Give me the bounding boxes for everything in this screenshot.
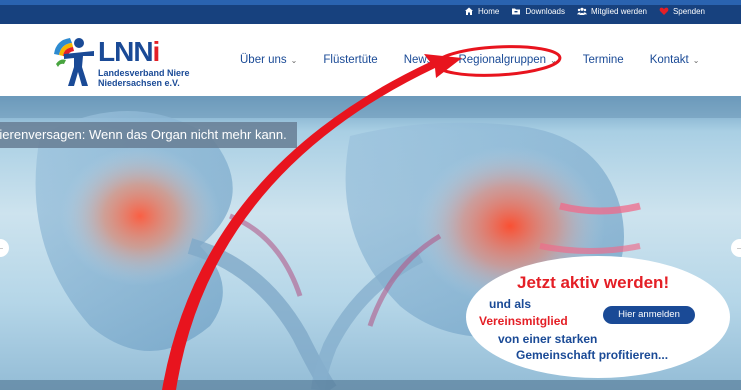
slide-caption: Nierenversagen: Wenn das Organ nicht meh… bbox=[0, 122, 297, 148]
folder-icon bbox=[512, 8, 521, 15]
slide-caption-text: Nierenversagen: Wenn das Organ nicht meh… bbox=[0, 127, 287, 142]
top-link-member[interactable]: Mitglied werden bbox=[576, 6, 647, 16]
logo-wordmark: LNNi bbox=[98, 36, 161, 67]
chevron-down-icon: ⌄ bbox=[290, 55, 298, 65]
nav-item-label: Flüstertüte bbox=[323, 54, 378, 66]
top-link-label: Mitglied werden bbox=[590, 6, 647, 16]
cta-signup-button[interactable]: Hier anmelden bbox=[603, 306, 695, 324]
home-icon bbox=[465, 7, 474, 15]
nav-item-kontakt[interactable]: Kontakt ⌄ bbox=[650, 54, 700, 66]
nav-item-label: News bbox=[403, 54, 433, 66]
logo-word-end: i bbox=[152, 36, 161, 67]
cta-title: Jetzt aktiv werden! bbox=[517, 273, 670, 292]
top-link-label: Home bbox=[478, 6, 500, 16]
chevron-down-icon: ⌄ bbox=[692, 55, 700, 65]
nav-item-termine[interactable]: Termine bbox=[583, 54, 624, 66]
nav-item-regionalgruppen[interactable]: Regionalgruppen ⌄ bbox=[458, 54, 556, 66]
arrow-right-icon: → bbox=[735, 242, 741, 253]
top-bar: Home Downloads Mitglied werden Spenden bbox=[0, 0, 741, 24]
nav-item-label: Kontakt bbox=[649, 54, 689, 66]
top-link-downloads[interactable]: Downloads bbox=[511, 6, 565, 16]
arrow-left-icon: ← bbox=[0, 242, 5, 253]
logo-subtitle-line2: Niedersachsen e.V. bbox=[98, 78, 180, 88]
users-icon bbox=[576, 7, 587, 15]
chevron-down-icon: ⌄ bbox=[550, 55, 557, 65]
nav-item-ueber-uns[interactable]: Über uns ⌄ bbox=[240, 54, 297, 66]
nav-item-fluestertuete[interactable]: Flüstertüte bbox=[323, 54, 377, 66]
logo-subtitle: Landesverband Niere Niedersachsen e.V. bbox=[98, 68, 190, 88]
nav-item-label: Termine bbox=[582, 54, 624, 66]
top-links: Home Downloads Mitglied werden Spenden bbox=[464, 6, 705, 16]
cta-line-3: von einer starken bbox=[498, 332, 598, 346]
logo-subtitle-line1: Landesverband Niere bbox=[98, 68, 190, 78]
logo-figure-icon bbox=[54, 38, 94, 86]
nav-item-label: Über uns bbox=[240, 54, 287, 66]
site-header: LNNi Landesverband Niere Niedersachsen e… bbox=[0, 24, 741, 96]
site-logo[interactable]: LNNi Landesverband Niere Niedersachsen e… bbox=[50, 34, 210, 92]
main-nav: Über uns ⌄ Flüstertüte News Regionalgrup… bbox=[240, 54, 699, 66]
logo-word-main: LNN bbox=[98, 36, 154, 67]
top-link-label: Downloads bbox=[525, 6, 565, 16]
top-link-home[interactable]: Home bbox=[464, 6, 499, 16]
top-link-label: Spenden bbox=[672, 6, 705, 16]
cta-line-1: und als bbox=[489, 297, 532, 311]
nav-item-news[interactable]: News bbox=[404, 54, 433, 66]
hero-slider: Nierenversagen: Wenn das Organ nicht meh… bbox=[0, 96, 741, 390]
cta-line-2: Vereinsmitglied bbox=[479, 314, 568, 328]
top-link-donate[interactable]: Spenden bbox=[659, 6, 705, 16]
heart-icon bbox=[659, 7, 669, 15]
nav-item-label: Regionalgruppen bbox=[458, 54, 547, 66]
cta-line-4: Gemeinschaft profitieren... bbox=[516, 348, 669, 362]
